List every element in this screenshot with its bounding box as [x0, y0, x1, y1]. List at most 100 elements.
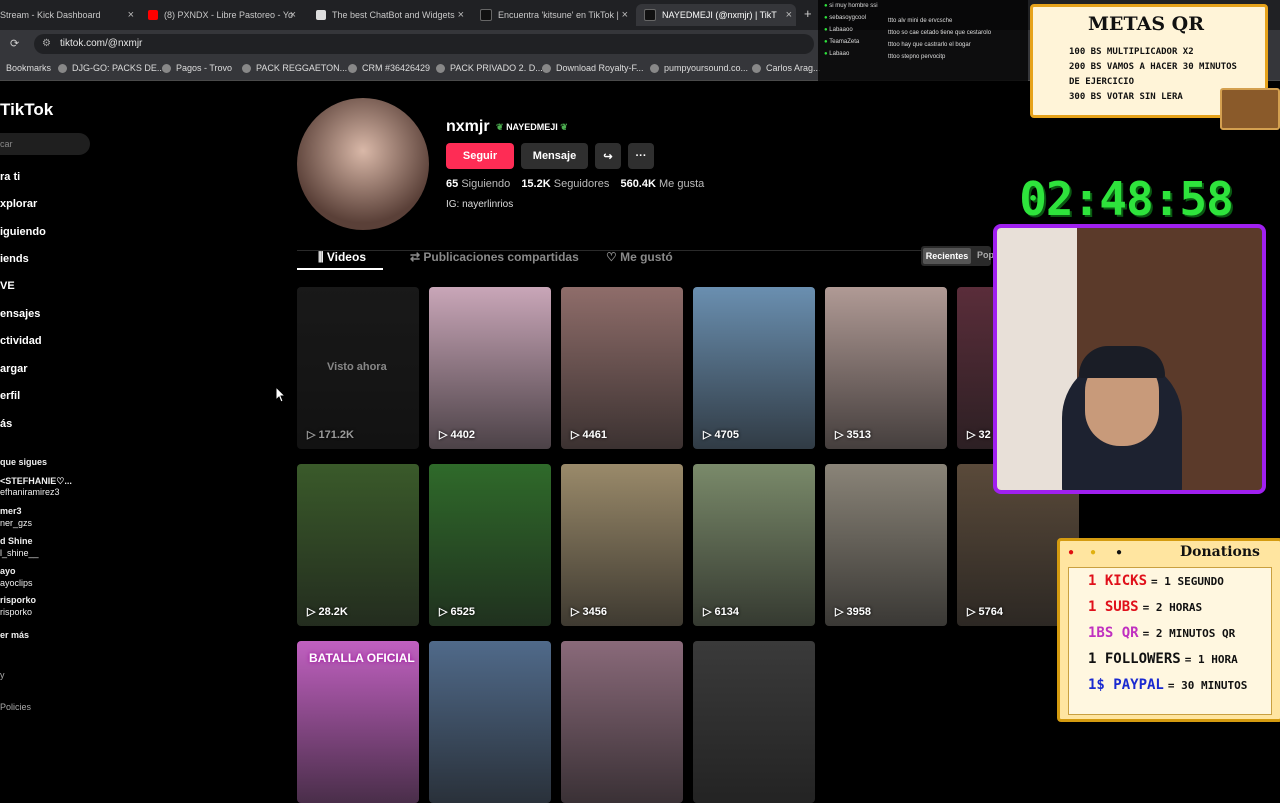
close-icon[interactable]: × — [458, 9, 464, 21]
browser-tab[interactable]: (8) PXNDX - Libre Pastoreo - Yo × — [140, 4, 300, 26]
new-tab-button[interactable]: + — [804, 6, 812, 21]
browser-tab-active[interactable]: NAYEDMEJI (@nxmjr) | TikT × — [636, 4, 796, 26]
video-thumbnail[interactable]: ▷ 3513 — [825, 287, 947, 449]
see-more-link[interactable]: er más — [0, 630, 29, 640]
tab-liked[interactable]: ♡ Me gustó — [606, 250, 673, 264]
browser-tab[interactable]: The best ChatBot and Widgets × — [308, 4, 468, 26]
stream-chat-overlay: ● si muy hombre ssi ● sebasoygcool ttto … — [818, 0, 1028, 120]
bookmark-item[interactable]: PACK REGGAETON... — [242, 63, 347, 73]
video-title-label: BATALLA OFICIAL — [309, 651, 415, 665]
metas-list: 100 BS MULTIPLICADOR X2 200 BS VAMOS A H… — [1069, 45, 1237, 105]
browser-tab[interactable]: Stream - Kick Dashboard × — [0, 4, 138, 26]
play-icon: ▷ — [307, 606, 319, 618]
sidebar-item-siguiendo[interactable]: iguiendo — [0, 226, 46, 238]
following-account-name[interactable]: d Shine — [0, 536, 33, 546]
donations-panel: ● ● ● Donations 1 KICKS = 1 SEGUNDO 1 SUBS… — [1057, 538, 1280, 722]
video-view-count: ▷ 3958 — [835, 605, 871, 618]
donation-type: 1 KICKS — [1088, 573, 1148, 589]
sidebar-item-perfil[interactable]: erfil — [0, 390, 20, 402]
chat-line: sebasoygcool — [829, 15, 866, 21]
video-view-count: ▷ 4461 — [571, 428, 607, 441]
followers-count: 15.2K — [521, 178, 551, 190]
video-thumbnail[interactable]: ▷ 4461 — [561, 287, 683, 449]
bookmark-item[interactable]: pumpyoursound.co... — [650, 63, 748, 73]
footer-link[interactable]: Policies — [0, 702, 31, 712]
video-thumbnail[interactable]: ▷ 6134 — [693, 464, 815, 626]
following-account-name[interactable]: risporko — [0, 595, 36, 605]
play-icon: ▷ — [571, 606, 583, 618]
close-icon[interactable]: × — [786, 9, 792, 21]
view-count-text: 3456 — [582, 606, 607, 618]
sidebar-item-actividad[interactable]: ctividad — [0, 335, 42, 347]
bookmark-item[interactable]: Carlos Arag... — [752, 63, 821, 73]
bookmark-item[interactable]: Bookmarks — [6, 63, 51, 73]
donation-value: = 2 MINUTOS QR — [1142, 627, 1236, 640]
likes-label: Me gusta — [659, 178, 705, 190]
bookmark-icon — [348, 63, 357, 73]
url-field[interactable]: ⚙ tiktok.com/@nxmjr — [34, 34, 814, 54]
donation-rate-row: 1 SUBS = 2 HORAS — [1088, 599, 1202, 615]
browser-tab[interactable]: Encuentra 'kitsune' en TikTok | × — [472, 4, 632, 26]
following-account-name[interactable]: ayo — [0, 566, 16, 576]
tiktok-logo[interactable]: TikTok — [0, 100, 53, 120]
following-account-name[interactable]: mer3 — [0, 506, 22, 516]
meta-item: 200 BS VAMOS A HACER 30 MINUTOS — [1069, 62, 1237, 72]
follow-button[interactable]: Seguir — [446, 143, 514, 169]
sidebar-item-explorar[interactable]: xplorar — [0, 198, 37, 210]
profile-avatar[interactable] — [297, 98, 429, 230]
close-icon[interactable]: × — [128, 9, 134, 21]
bookmark-item[interactable]: DJG-GO: PACKS DE... — [58, 63, 164, 73]
sort-recent-button[interactable]: Recientes — [923, 248, 971, 264]
video-thumbnail[interactable]: ▷ 3456 — [561, 464, 683, 626]
profile-bio: IG: nayerlinrios — [446, 199, 514, 210]
video-thumbnail[interactable]: Visto ahora ▷ 171.2K — [297, 287, 419, 449]
donations-title: Donations — [1180, 544, 1260, 560]
sidebar-item-cargar[interactable]: argar — [0, 363, 28, 375]
video-thumbnail[interactable] — [429, 641, 551, 803]
bookmark-item[interactable]: Download Royalty-F... — [542, 63, 644, 73]
sidebar-item-friends[interactable]: iends — [0, 253, 29, 265]
search-input[interactable]: car — [0, 133, 90, 155]
following-label: Siguiendo — [461, 178, 511, 190]
play-icon: ▷ — [835, 429, 847, 441]
bookmark-item[interactable]: PACK PRIVADO 2. D... — [436, 63, 543, 73]
bookmark-item[interactable]: CRM #36426429 — [348, 63, 430, 73]
sort-popular-button[interactable]: Pop — [977, 250, 994, 260]
tab-reposts[interactable]: ⇄ Publicaciones compartidas — [410, 250, 579, 264]
more-options-icon[interactable]: ··· — [628, 143, 654, 169]
bookmark-icon — [162, 63, 171, 73]
video-thumbnail[interactable] — [561, 641, 683, 803]
sidebar-item-mas[interactable]: ás — [0, 418, 12, 430]
video-thumbnail[interactable] — [693, 641, 815, 803]
following-account-handle: l_shine__ — [0, 548, 39, 558]
sidebar-item-live[interactable]: VE — [0, 280, 15, 292]
tab-label: NAYEDMEJI (@nxmjr) | TikT — [662, 10, 777, 20]
following-account-handle: efhaniramirez3 — [0, 487, 60, 497]
sidebar-item-para-ti[interactable]: ra ti — [0, 171, 20, 183]
close-icon[interactable]: × — [290, 9, 296, 21]
video-thumbnail[interactable]: BATALLA OFICIAL — [297, 641, 419, 803]
following-account-handle: ayoclips — [0, 578, 33, 588]
footer-link[interactable]: y — [0, 670, 5, 680]
view-count-text: 5764 — [978, 606, 1003, 618]
site-info-icon[interactable]: ⚙ — [42, 38, 51, 49]
tab-videos[interactable]: ⫼ Videos — [318, 250, 366, 265]
reload-icon[interactable]: ⟳ — [10, 37, 19, 50]
active-tab-indicator — [297, 268, 383, 270]
close-icon[interactable]: × — [622, 9, 628, 21]
following-account-name[interactable]: <STEFHANIE♡... — [0, 476, 72, 487]
share-icon[interactable]: ↪ — [595, 143, 621, 169]
chat-line: tttoo hay que castrarlo el bogar — [888, 42, 971, 48]
video-thumbnail[interactable]: ▷ 4402 — [429, 287, 551, 449]
bookmark-item[interactable]: Pagos - Trovo — [162, 63, 232, 73]
video-thumbnail[interactable]: ▷ 3958 — [825, 464, 947, 626]
donation-rate-row: 1 KICKS = 1 SEGUNDO — [1088, 573, 1224, 589]
following-count: 65 — [446, 178, 459, 190]
message-button[interactable]: Mensaje — [521, 143, 588, 169]
following-account-handle: ner_gzs — [0, 518, 33, 528]
video-thumbnail[interactable]: ▷ 6525 — [429, 464, 551, 626]
sidebar-item-mensajes[interactable]: ensajes — [0, 308, 40, 320]
video-thumbnail[interactable]: ▷ 28.2K — [297, 464, 419, 626]
video-thumbnail[interactable]: ▷ 4705 — [693, 287, 815, 449]
play-icon: ▷ — [439, 429, 451, 441]
